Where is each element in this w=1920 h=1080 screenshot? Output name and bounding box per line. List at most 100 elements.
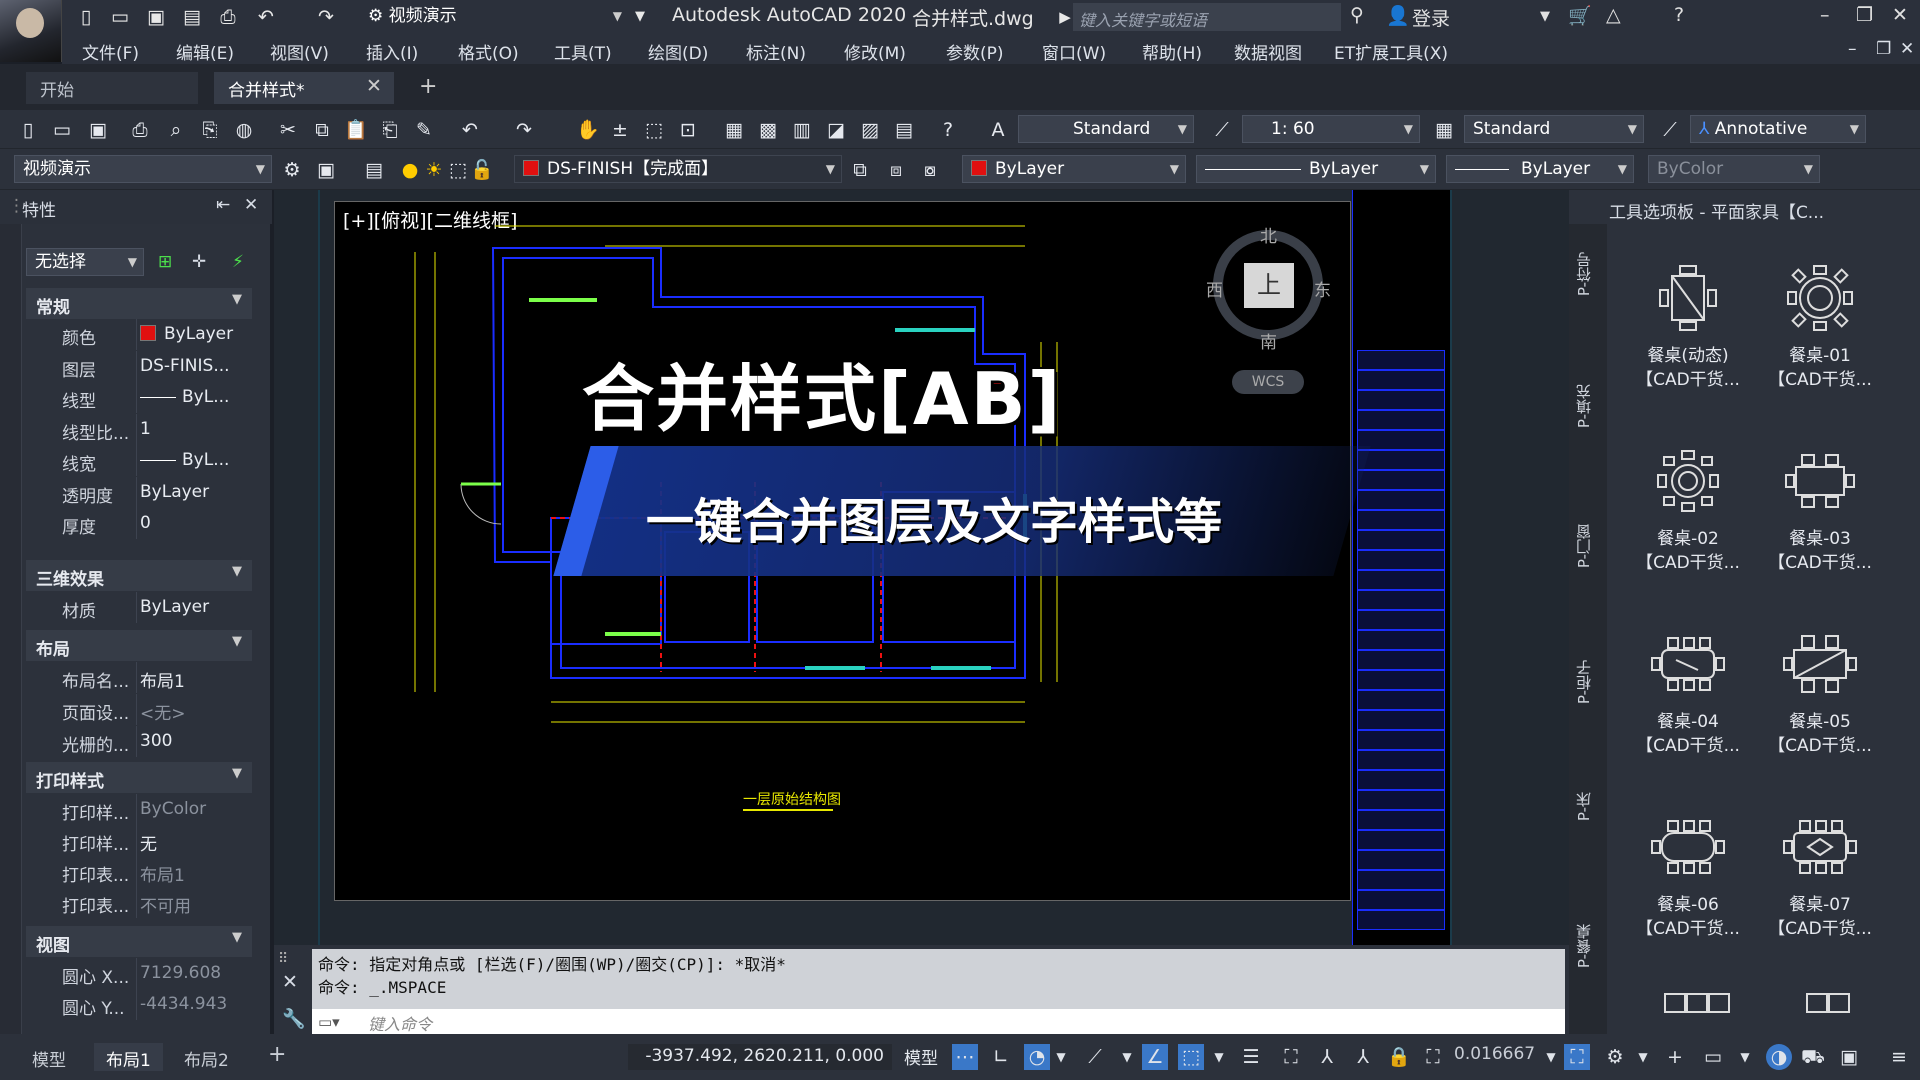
layout-tab-model[interactable]: 模型: [20, 1043, 78, 1071]
section-general[interactable]: 常规 ▼: [26, 288, 252, 319]
save-icon[interactable]: ▣: [86, 118, 110, 142]
open-icon[interactable]: ▭: [108, 5, 132, 29]
help-icon[interactable]: ?: [936, 118, 960, 142]
add-layout-icon[interactable]: +: [256, 1039, 298, 1067]
login-link[interactable]: 登录: [1412, 4, 1450, 31]
chevron-down-icon[interactable]: ▼: [1206, 1044, 1232, 1070]
property-row[interactable]: 线宽 ByL...: [26, 445, 252, 476]
table-icon[interactable]: [1801, 990, 1861, 1020]
restore-icon[interactable]: ❐: [1856, 4, 1873, 26]
multileader-style-icon[interactable]: ⟋: [1658, 118, 1682, 142]
property-row[interactable]: 光栅的... 300: [26, 726, 252, 757]
snap-icon[interactable]: ∟: [988, 1044, 1014, 1070]
property-row[interactable]: 圆心 X... 7129.608: [26, 958, 252, 989]
grid-icon[interactable]: ⋯: [952, 1044, 978, 1070]
palette-tab-tables[interactable]: P-餐桌: [1573, 924, 1603, 968]
selection-select[interactable]: 无选择 ▼: [26, 248, 144, 276]
model-space-button[interactable]: 模型: [904, 1044, 938, 1069]
osnap-icon[interactable]: ∠: [1142, 1044, 1168, 1070]
make-current-icon[interactable]: ⧉: [848, 158, 872, 182]
command-input[interactable]: 键入命令: [312, 1009, 1565, 1035]
palette-tab-beds[interactable]: P-床: [1573, 792, 1603, 821]
undo-icon[interactable]: ↶: [458, 118, 482, 142]
property-row[interactable]: 线型比... 1: [26, 413, 252, 445]
palette-tab-doors[interactable]: P-门窗: [1573, 524, 1603, 568]
sun-icon[interactable]: ☀: [422, 158, 446, 182]
doc-restore-icon[interactable]: ❐: [1876, 39, 1891, 59]
wrench-icon[interactable]: 🔧: [282, 1007, 306, 1030]
workspace-select[interactable]: 视频演示 ▼: [14, 155, 272, 183]
markup-icon[interactable]: ▨: [858, 118, 882, 142]
help-icon[interactable]: ?: [1674, 4, 1684, 26]
zoom-window-icon[interactable]: ⬚: [642, 118, 666, 142]
selection-cycling-icon[interactable]: ⛶: [1278, 1044, 1304, 1070]
tab-start[interactable]: 开始: [26, 72, 198, 104]
palette-item[interactable]: 餐桌-06 【CAD干货...: [1625, 811, 1751, 941]
menu-edit[interactable]: 编辑(E): [176, 39, 234, 64]
property-row[interactable]: 透明度 ByLayer: [26, 476, 252, 508]
pan-icon[interactable]: ✋: [576, 118, 600, 142]
layout-tab-1[interactable]: 布局1: [94, 1043, 163, 1071]
redo-icon[interactable]: ↷: [314, 5, 338, 29]
property-value[interactable]: 0: [140, 513, 151, 533]
compass-south[interactable]: 南: [1260, 328, 1277, 353]
plot-icon[interactable]: ⎙: [128, 118, 152, 142]
property-row[interactable]: 打印样... ByColor: [26, 794, 252, 825]
property-row[interactable]: 线型 ByL...: [26, 382, 252, 413]
menu-view[interactable]: 视图(V): [270, 39, 329, 64]
viewcube-top[interactable]: 上: [1244, 263, 1294, 308]
palette-tab-hatch[interactable]: P-填充: [1573, 384, 1603, 428]
property-row[interactable]: 圆心 Y... -4434.943: [26, 989, 252, 1020]
lineweight-select[interactable]: ByLayer ▼: [1446, 155, 1634, 183]
plus-icon[interactable]: +: [1662, 1044, 1688, 1070]
properties-icon[interactable]: ▦: [722, 118, 746, 142]
menu-express-tools[interactable]: ET扩展工具(X): [1334, 39, 1448, 64]
preview-icon[interactable]: ⌕: [164, 118, 188, 142]
palette-item[interactable]: 餐桌-01 【CAD干货...: [1757, 262, 1883, 392]
otrack-icon[interactable]: ⬚: [1178, 1044, 1204, 1070]
publish-icon[interactable]: ⎘: [198, 118, 222, 142]
layout-tab-2[interactable]: 布局2: [172, 1043, 241, 1071]
property-value[interactable]: ByLayer: [140, 482, 209, 502]
menu-parametric[interactable]: 参数(P): [946, 39, 1004, 64]
dim-scale-select[interactable]: 1: 60 ▼: [1242, 115, 1420, 143]
zoom-previous-icon[interactable]: ⊡: [676, 118, 700, 142]
compass-west[interactable]: 西: [1206, 276, 1223, 301]
autoscale-icon[interactable]: ⅄: [1350, 1044, 1376, 1070]
palette-item[interactable]: 餐桌-05 【CAD干货...: [1757, 628, 1883, 758]
dim-style-icon[interactable]: ⟋: [1210, 118, 1234, 142]
property-row[interactable]: 颜色 ByLayer: [26, 319, 252, 350]
select-objects-icon[interactable]: ✛: [192, 252, 206, 272]
open-icon[interactable]: ▭: [50, 118, 74, 142]
autohide-icon[interactable]: ⇤: [216, 195, 230, 215]
property-row[interactable]: 打印表... 不可用: [26, 887, 252, 918]
property-value[interactable]: DS-FINIS...: [140, 356, 230, 376]
grip-icon[interactable]: ⠿: [278, 951, 288, 967]
new-icon[interactable]: ▯: [74, 5, 98, 29]
property-row[interactable]: 打印表... 布局1: [26, 856, 252, 887]
tool-palette-icon[interactable]: ▥: [790, 118, 814, 142]
hardware-accel-icon[interactable]: ⛶: [1564, 1044, 1590, 1070]
layer-manager-icon[interactable]: ▤: [362, 158, 386, 182]
layer-select[interactable]: DS-FINISH【完成面】 ▼: [514, 155, 842, 183]
doc-minimize-icon[interactable]: –: [1848, 39, 1857, 59]
menu-window[interactable]: 窗口(W): [1042, 39, 1106, 64]
graphics-icon[interactable]: ▣: [1836, 1044, 1862, 1070]
section-plotstyle[interactable]: 打印样式 ▼: [26, 762, 252, 793]
table-style-select[interactable]: Standard ▼: [1464, 115, 1644, 143]
tab-close-icon[interactable]: ✕: [366, 75, 382, 97]
user-icon[interactable]: 👤: [1386, 4, 1410, 27]
gear-icon[interactable]: ⚙: [280, 158, 304, 182]
menu-dataview[interactable]: 数据视图: [1234, 39, 1302, 64]
cut-icon[interactable]: ✂: [276, 118, 300, 142]
property-value[interactable]: <无>: [140, 699, 186, 724]
property-value[interactable]: 布局1: [140, 667, 185, 692]
palette-item[interactable]: 餐桌-02 【CAD干货...: [1625, 445, 1751, 575]
match-prop-icon[interactable]: ⎗: [378, 118, 402, 142]
paste-icon[interactable]: 📋: [344, 118, 368, 142]
undo-icon[interactable]: ↶: [254, 5, 278, 29]
zoom-realtime-icon[interactable]: ±: [608, 118, 632, 142]
save-icon[interactable]: ▣: [144, 5, 168, 29]
text-style-icon[interactable]: A: [986, 118, 1010, 142]
ortho-icon[interactable]: ◔: [1024, 1044, 1050, 1070]
